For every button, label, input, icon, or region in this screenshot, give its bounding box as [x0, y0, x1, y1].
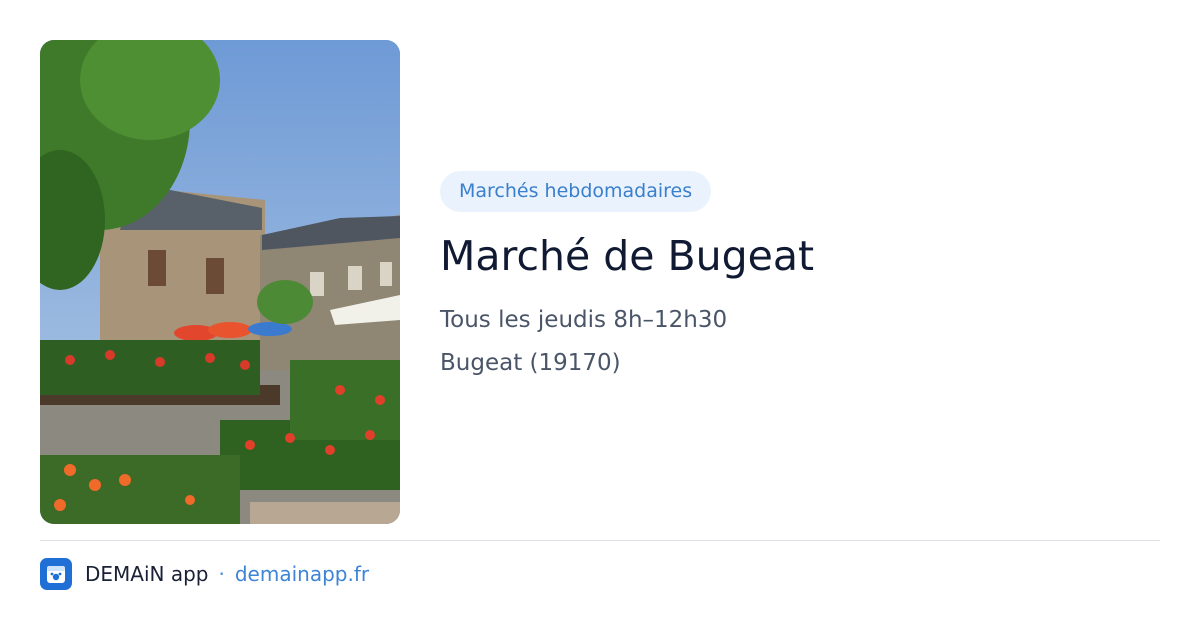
demain-app-logo-icon [40, 558, 72, 590]
footer: DEMAiN app · demainapp.fr [40, 558, 369, 590]
footer-website-link[interactable]: demainapp.fr [235, 562, 369, 586]
footer-brand: DEMAiN app [85, 562, 209, 586]
footer-divider [40, 540, 1160, 541]
category-badge[interactable]: Marchés hebdomadaires [440, 171, 712, 212]
event-info: Marchés hebdomadaires Marché de Bugeat T… [440, 171, 1160, 378]
event-schedule: Tous les jeudis 8h–12h30 [440, 307, 728, 333]
event-title: Marché de Bugeat [440, 232, 815, 280]
market-photo [40, 40, 400, 524]
event-location: Bugeat (19170) [440, 350, 621, 376]
footer-separator: · [218, 562, 225, 586]
